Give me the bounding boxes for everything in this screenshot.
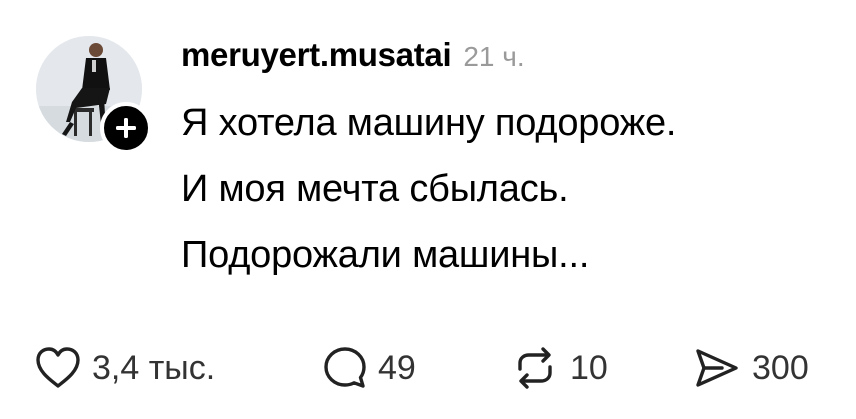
repost-icon [510,345,560,391]
post-header: meruyert.musatai 21 ч. [181,36,525,80]
comment-bubble-icon [322,345,368,391]
post-text-line: И моя мечта сбылась. [181,168,569,210]
post-timestamp: 21 ч. [463,41,525,72]
post-text-line: Я хотела машину подороже. [181,102,677,144]
thread-post: meruyert.musatai 21 ч. Я хотела машину п… [0,0,856,419]
repost-count: 10 [570,348,608,387]
username-link[interactable]: meruyert.musatai [181,36,452,74]
follow-button[interactable] [100,102,152,154]
plus-icon [116,118,136,138]
send-icon [692,345,742,391]
post-text-line: Подорожали машины... [181,234,590,276]
share-count: 300 [752,348,809,387]
like-button[interactable]: 3,4 тыс. [34,340,215,396]
comment-count: 49 [378,348,416,387]
heart-icon [34,346,82,390]
avatar-container [36,36,152,154]
like-count: 3,4 тыс. [92,348,216,387]
share-button[interactable]: 300 [692,340,809,396]
action-bar: 3,4 тыс. 49 10 300 [0,340,856,396]
comment-button[interactable]: 49 [322,340,416,396]
repost-button[interactable]: 10 [510,340,608,396]
